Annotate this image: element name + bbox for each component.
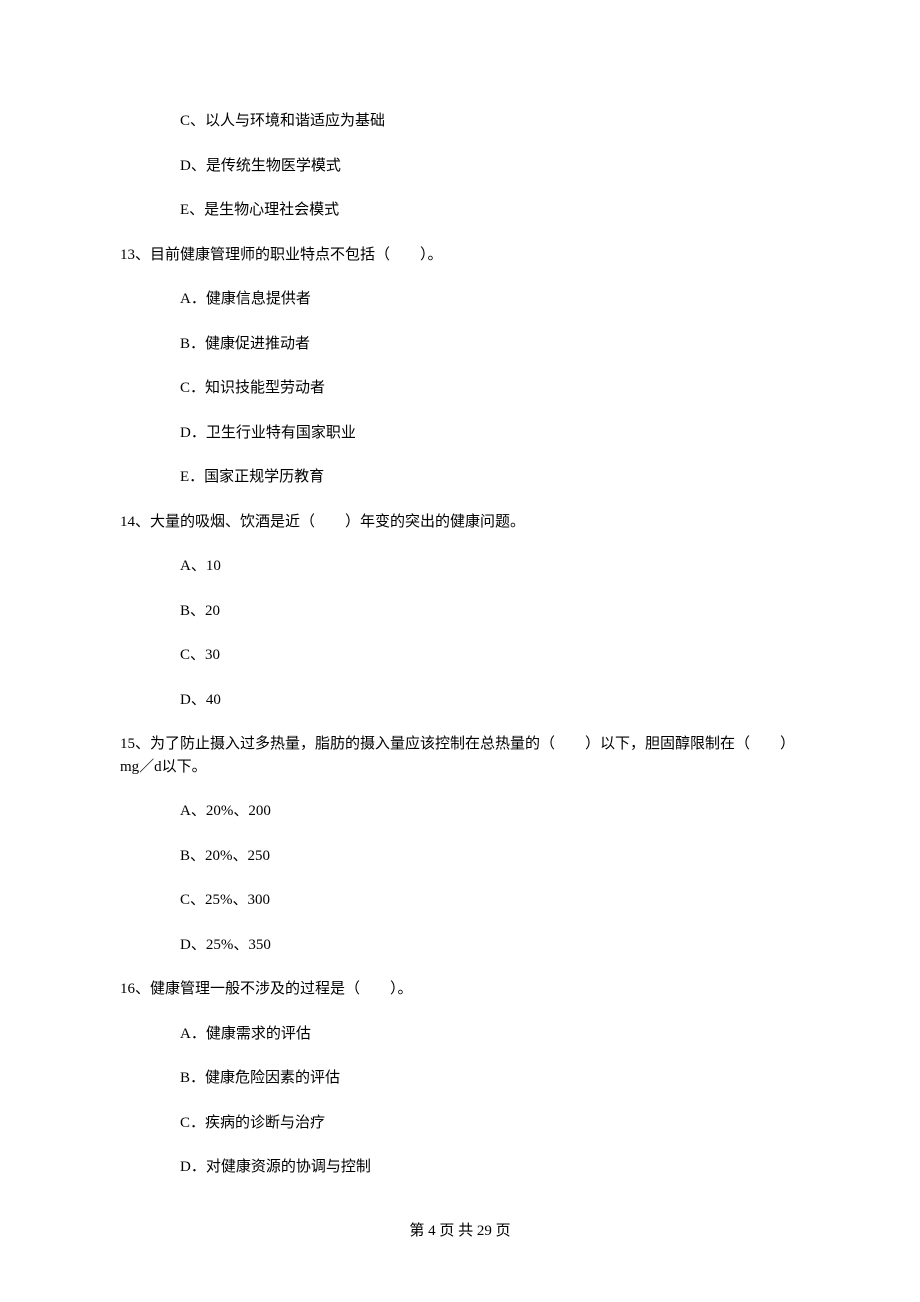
q15-option-d: D、25%、350 — [120, 934, 800, 957]
q14-stem: 14、大量的吸烟、饮酒是近（ ）年变的突出的健康问题。 — [120, 511, 800, 534]
q12-option-d: D、是传统生物医学模式 — [120, 155, 800, 178]
q16-stem: 16、健康管理一般不涉及的过程是（ ）。 — [120, 978, 800, 1001]
q15-option-b: B、20%、250 — [120, 845, 800, 868]
q12-option-e: E、是生物心理社会模式 — [120, 199, 800, 222]
q14-option-a: A、10 — [120, 555, 800, 578]
q13-stem: 13、目前健康管理师的职业特点不包括（ ）。 — [120, 244, 800, 267]
q16-option-d: D．对健康资源的协调与控制 — [120, 1156, 800, 1179]
q12-option-c: C、以人与环境和谐适应为基础 — [120, 110, 800, 133]
page-footer: 第 4 页 共 29 页 — [0, 1219, 920, 1240]
q15-option-c: C、25%、300 — [120, 889, 800, 912]
q14-option-c: C、30 — [120, 644, 800, 667]
q14-option-d: D、40 — [120, 689, 800, 712]
q13-option-d: D．卫生行业特有国家职业 — [120, 422, 800, 445]
q13-option-b: B．健康促进推动者 — [120, 333, 800, 356]
q13-option-a: A．健康信息提供者 — [120, 288, 800, 311]
page-content: C、以人与环境和谐适应为基础 D、是传统生物医学模式 E、是生物心理社会模式 1… — [0, 0, 920, 1179]
q14-option-b: B、20 — [120, 600, 800, 623]
q15-stem: 15、为了防止摄入过多热量，脂肪的摄入量应该控制在总热量的（ ）以下，胆固醇限制… — [120, 733, 800, 778]
q15-option-a: A、20%、200 — [120, 800, 800, 823]
q13-option-c: C．知识技能型劳动者 — [120, 377, 800, 400]
q16-option-b: B．健康危险因素的评估 — [120, 1067, 800, 1090]
q16-option-c: C．疾病的诊断与治疗 — [120, 1112, 800, 1135]
q13-option-e: E．国家正规学历教育 — [120, 466, 800, 489]
q16-option-a: A．健康需求的评估 — [120, 1023, 800, 1046]
